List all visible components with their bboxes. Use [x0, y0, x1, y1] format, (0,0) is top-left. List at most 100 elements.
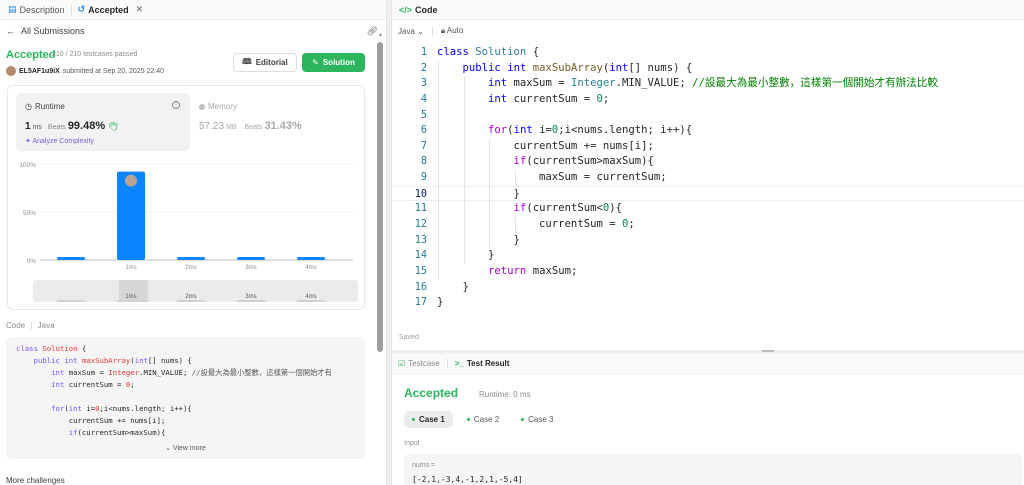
runtime-beats: 99.48% — [67, 120, 106, 132]
code-line[interactable]: 6 for(int i=0;i<nums.length; i++){ — [392, 123, 1024, 139]
code-line[interactable]: 4 int currentSum = 0; — [392, 92, 1024, 108]
info-icon[interactable]: i — [172, 101, 180, 109]
left-tabbar: ▤ Description ↺ Accepted ✕ — [0, 0, 386, 20]
code-text: maxSum = currentSum; — [437, 171, 667, 184]
code-line[interactable]: 12 currentSum = 0; — [392, 217, 1024, 233]
code-text: for(int i=0;i<nums.length; i++){ — [488, 124, 693, 137]
input-value: [-2,1,-3,4,-1,2,1,-5,4] — [412, 475, 523, 484]
left-scrollbar[interactable] — [377, 42, 383, 352]
line-number: 14 — [414, 250, 427, 262]
code-line[interactable]: 14 } — [392, 248, 1024, 264]
code-lines[interactable]: 1 class Solution {2 public int maxSubArra… — [392, 45, 1024, 311]
input-name: nums = — [412, 462, 436, 469]
tab-description[interactable]: ▤ Description — [4, 4, 69, 15]
lock-icon: 🔒︎ — [440, 26, 446, 35]
code-line[interactable]: 10 } — [392, 185, 1024, 202]
tab-accepted[interactable]: ↺ Accepted ✕ — [74, 4, 148, 15]
runtime-box[interactable]: ◷ Runtime i 1 ms Beats 99.48% 👏︎ ✦ Analyze … — [16, 93, 190, 151]
line-number: 3 — [420, 78, 427, 90]
line-number: 10 — [414, 188, 427, 200]
avatar[interactable] — [6, 66, 16, 76]
analyze-complexity-link[interactable]: ✦ Analyze Complexity — [25, 137, 94, 145]
code-line[interactable]: 11 if(currentSum<0){ — [392, 201, 1024, 217]
line-number: 12 — [414, 219, 427, 231]
case-tab-2[interactable]: Case 2 — [459, 411, 507, 428]
code-line[interactable]: 1 class Solution { — [392, 45, 1024, 61]
line-number: 2 — [420, 62, 427, 74]
code-text: } — [437, 233, 520, 246]
code-line[interactable]: 2 public int maxSubArray(int[] nums) { — [392, 61, 1024, 77]
code-line[interactable]: 8 if(currentSum>maxSum){ — [392, 154, 1024, 170]
memory-beats-label: Beats — [244, 124, 263, 131]
code-line[interactable]: 16 } — [392, 280, 1024, 296]
clock-icon: ◷ — [25, 102, 32, 111]
avatar-marker — [125, 174, 137, 187]
editor-tabbar: </> Code — [392, 0, 1024, 20]
arrow-left-icon: ← — [6, 26, 15, 36]
range-mini-bar — [57, 300, 85, 302]
code-line[interactable]: 5 — [392, 108, 1024, 124]
chart-bar — [177, 257, 205, 260]
back-to-submissions[interactable]: ← All Submissions — [6, 26, 85, 36]
scroll-up-arrow[interactable]: ▲ — [378, 32, 383, 38]
line-number: 13 — [414, 234, 427, 246]
code-text: currentSum = 0; — [437, 218, 635, 231]
range-mini-bar — [117, 300, 145, 302]
line-number: 16 — [414, 281, 427, 293]
case-tab-3[interactable]: Case 3 — [513, 411, 561, 428]
code-text: return maxSum; — [488, 264, 578, 277]
indent-guide — [463, 76, 465, 265]
indent-guide — [438, 60, 439, 280]
stats-card: ◷ Runtime i 1 ms Beats 99.48% 👏︎ ✦ Analyze … — [7, 85, 365, 310]
submitter-info: EL5AF1u9iX submitted at Sep 20, 2025 22:… — [6, 66, 164, 76]
language-select[interactable]: Java ⌄ — [398, 27, 424, 36]
edit-icon: ✎ — [312, 58, 319, 67]
splitter-grip[interactable] — [762, 350, 774, 352]
code-line[interactable]: 13 } — [392, 233, 1024, 249]
more-challenges[interactable]: More challenges — [6, 476, 65, 485]
saved-status: Saved — [399, 334, 419, 341]
code-line[interactable]: 15 return maxSum; — [392, 264, 1024, 280]
terminal-icon: >_ — [454, 359, 464, 368]
indent-guide — [514, 170, 516, 186]
line-number: 15 — [414, 265, 427, 277]
code-line[interactable]: 17} — [392, 295, 1024, 311]
runtime-distribution-chart[interactable]: 100% 50% 0% 1ms 2ms 3ms 4ms 1ms 2ms 3ms 4ms — [8, 156, 366, 306]
close-icon[interactable]: ✕ — [136, 4, 144, 15]
chart-bar — [237, 257, 265, 260]
pass-dot-icon — [412, 418, 415, 421]
code-line[interactable]: 3 int maxSum = Integer.MIN_VALUE; //設最大為… — [392, 76, 1024, 92]
chart-bar — [297, 257, 325, 260]
result-status: Accepted — [404, 386, 459, 400]
range-mini-bar — [237, 300, 265, 302]
memory-value-row: 57.23 MB Beats 31.43% — [199, 120, 302, 132]
chevron-down-icon: ⌄ — [165, 445, 171, 452]
case-tab-1[interactable]: Case 1 — [404, 411, 453, 428]
editorial-button[interactable]: 🕮︎ Editorial — [233, 53, 297, 72]
memory-label[interactable]: Memory — [199, 102, 237, 111]
leetcode-workspace: ▤ Description ↺ Accepted ✕ ← All Submiss… — [0, 0, 1024, 485]
tab-test-result[interactable]: >_ Test Result — [455, 359, 510, 368]
username[interactable]: EL5AF1u9iX — [19, 68, 60, 75]
code-text: if(currentSum>maxSum){ — [513, 155, 654, 168]
link-icon[interactable]: 🔗︎ — [367, 26, 378, 37]
y-tick-label: 0% — [27, 258, 37, 265]
runtime-label: ◷ Runtime — [25, 102, 65, 111]
view-more-button[interactable]: ⌄ View more — [6, 442, 365, 452]
y-tick-label: 50% — [23, 210, 36, 217]
code-line[interactable]: 9 maxSum = currentSum; — [392, 170, 1024, 186]
submitted-code-preview[interactable]: class Solution { public int maxSubArray(… — [6, 337, 365, 459]
history-icon: ↺ — [77, 4, 86, 14]
indent-guide — [514, 217, 516, 233]
x-tick-label: 2ms — [185, 265, 196, 271]
range-tick-label: 4ms — [305, 294, 316, 300]
code-line[interactable]: 7 currentSum += nums[i]; — [392, 139, 1024, 155]
submission-header: Accepted 210 / 210 testcases passed EL5A… — [0, 42, 386, 82]
range-tick-label: 3ms — [245, 294, 256, 300]
tab-testcase[interactable]: ☑ Testcase — [398, 359, 440, 368]
line-number: 9 — [420, 172, 427, 184]
auto-indent-toggle[interactable]: 🔒︎ Auto — [441, 26, 464, 36]
solution-button[interactable]: ✎ Solution — [302, 53, 365, 72]
checkbox-icon: ☑ — [398, 359, 406, 368]
memory-beats: 31.43% — [264, 120, 302, 132]
